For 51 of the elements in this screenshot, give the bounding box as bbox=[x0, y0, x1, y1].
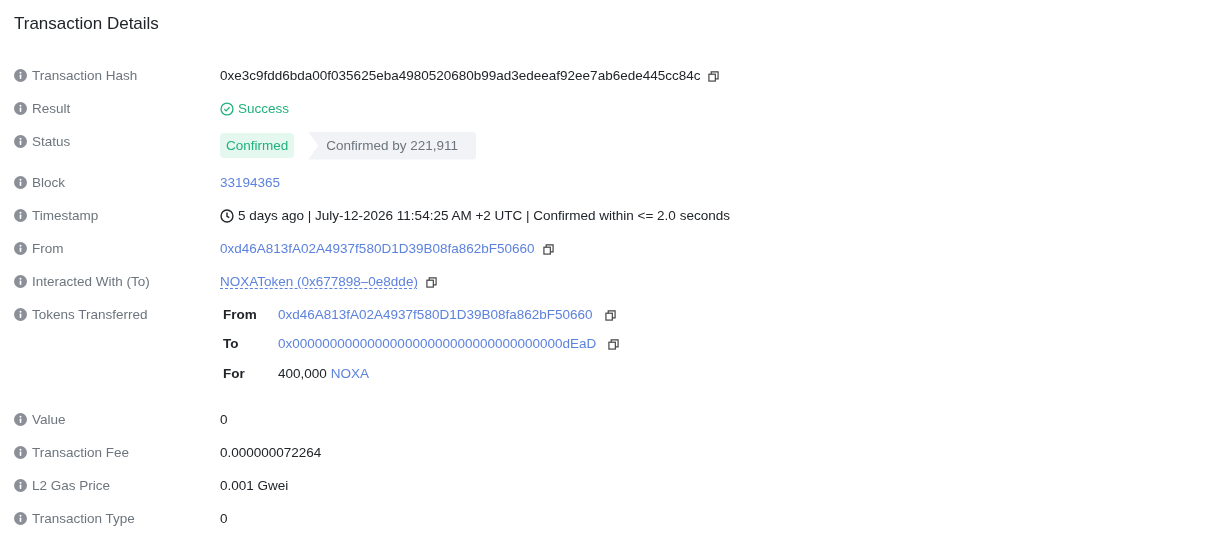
field-label: Transaction Hash bbox=[32, 67, 138, 85]
copy-button[interactable] bbox=[425, 276, 437, 288]
value-text: 0 bbox=[220, 509, 228, 528]
address-link[interactable]: 0xd46A813fA02A4937f580D1D39B08fa862bF50660 bbox=[278, 305, 593, 326]
value-text: 0xe3c9fdd6bda00f035625eba4980520680b99ad3edeeaf92ee7ab6ede445cc84c bbox=[220, 67, 701, 85]
contract-link[interactable]: NOXAToken (0x677898–0e8dde) bbox=[220, 272, 418, 293]
value-text: 0 bbox=[220, 410, 228, 429]
value-text: 0.001 Gwei bbox=[220, 476, 289, 495]
transfer-label: From bbox=[223, 306, 258, 324]
transfer-label: To bbox=[223, 335, 240, 354]
info-icon bbox=[14, 511, 27, 525]
copy-button[interactable] bbox=[708, 70, 720, 82]
info-icon bbox=[14, 209, 27, 222]
field-label: Transaction Type bbox=[32, 509, 135, 528]
amount-text: 400,000 bbox=[278, 364, 327, 383]
address-link[interactable]: 33194365 bbox=[220, 173, 281, 194]
copy-button[interactable] bbox=[542, 243, 554, 255]
info-icon bbox=[14, 445, 27, 459]
info-icon bbox=[14, 102, 27, 115]
token-link[interactable]: NOXA bbox=[330, 363, 370, 384]
field-label: Tokens Transferred bbox=[32, 306, 148, 324]
info-icon bbox=[14, 176, 27, 189]
field-label: L2 Gas Price bbox=[32, 476, 111, 495]
copy-button[interactable] bbox=[608, 338, 620, 350]
info-icon bbox=[14, 412, 27, 426]
info-icon bbox=[14, 242, 27, 255]
field-label: Status bbox=[32, 133, 71, 151]
field-label: Value bbox=[32, 410, 66, 429]
check-circle-icon bbox=[220, 102, 234, 117]
address-link[interactable]: 0xd46A813fA02A4937f580D1D39B08fa862bF50660 bbox=[220, 239, 535, 260]
transfer-label: For bbox=[223, 364, 246, 383]
value-text: 0.000000072264 bbox=[220, 443, 322, 462]
status-badge: Confirmed bbox=[220, 132, 295, 158]
page-title: Transaction Details bbox=[14, 13, 160, 35]
field-label: From bbox=[32, 240, 64, 258]
info-icon bbox=[14, 308, 27, 321]
info-icon bbox=[14, 69, 27, 82]
field-label: Interacted With (To) bbox=[32, 273, 150, 291]
timestamp-text: 5 days ago | July-12-2026 11:54:25 AM +2 UTC | Confirmed within <= 2.0 seconds bbox=[238, 207, 730, 225]
address-link[interactable]: 0x000000000000000000000000000000000000dEaD bbox=[278, 334, 597, 355]
result-text: Success bbox=[238, 100, 290, 118]
copy-button[interactable] bbox=[604, 309, 616, 321]
confirmations-badge: Confirmed by 221,911 bbox=[308, 132, 477, 160]
info-icon bbox=[14, 478, 27, 492]
field-label: Block bbox=[32, 174, 65, 192]
field-label: Timestamp bbox=[32, 207, 99, 225]
clock-icon bbox=[220, 209, 234, 224]
info-icon bbox=[14, 275, 27, 288]
field-label: Transaction Fee bbox=[32, 443, 130, 462]
field-label: Result bbox=[32, 100, 71, 118]
info-icon bbox=[14, 135, 27, 148]
